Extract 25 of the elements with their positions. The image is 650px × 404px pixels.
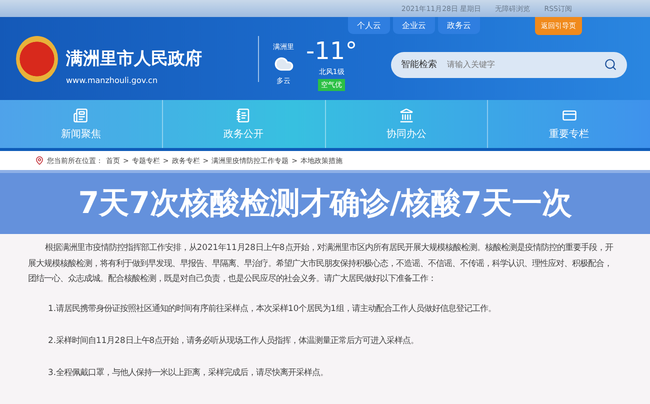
search-label: 智能检索 bbox=[401, 58, 438, 71]
site-url: www.manzhouli.gov.cn bbox=[66, 76, 159, 84]
nav-item[interactable]: 协同办公 bbox=[386, 126, 426, 140]
article-list-item: 3.全程佩戴口罩，与他人保持一米以上距离，采样完成后，请尽快离开采样点。 bbox=[48, 366, 329, 378]
headline-text: 7天7次核酸检测才确诊/核酸7天一次 bbox=[78, 185, 572, 223]
location-pin-icon bbox=[35, 156, 44, 165]
article-list-item: 1.请居民携带身份证按照社区通知的时间有序前往采样点，本次采样10个居民为1组，请主动配合工作人员做好信息登记工作。 bbox=[48, 302, 497, 314]
search-input[interactable]: 请输入关键字 bbox=[445, 59, 596, 70]
cloud-tab[interactable]: 企业云 bbox=[393, 17, 435, 34]
news-icon bbox=[73, 108, 88, 122]
emblem-icon bbox=[16, 36, 58, 82]
notebook-icon bbox=[236, 108, 252, 122]
site-name: 满洲里市人民政府 bbox=[66, 48, 202, 70]
nav-item[interactable]: 新闻聚焦 bbox=[60, 126, 101, 140]
cloud-tab[interactable]: 个人云 bbox=[348, 17, 390, 34]
nav-item[interactable]: 政务公开 bbox=[224, 126, 264, 140]
card-icon bbox=[562, 108, 577, 122]
nav-item[interactable]: 重要专栏 bbox=[549, 126, 590, 140]
search-icon[interactable] bbox=[604, 58, 618, 71]
building-icon bbox=[398, 108, 414, 122]
article-list-item: 2.采样时间自11月28日上午8点开始，请务必听从现场工作人员指挥，体温测量正常后方可进入采样点。 bbox=[48, 334, 420, 346]
cloud-tab[interactable]: 政务云 bbox=[438, 17, 480, 34]
search-field[interactable]: 智能检索 请输入关键字 bbox=[391, 52, 628, 78]
temperature: -11° bbox=[306, 36, 358, 64]
article-paragraph: 根据满洲里市疫情防控指挥部工作安排，从2021年11月28日上午8点开始，对满洲里市区内所有居民开展大规模核酸检测。核酸检测是疫情防控的重要手段，开展大规模核酸检测，将有利于做到早发现、早报告、早隔离、早治疗。希望广大市民朋友保持积极心态，不造谣、不信谣、不传谣，科学认识、理性应对、积极配合，团结一心、众志成城。配合核酸检测，既是对自己负责，也是公民应尽的社会义务。请广大居民做好以下准备工作： bbox=[28, 241, 614, 285]
